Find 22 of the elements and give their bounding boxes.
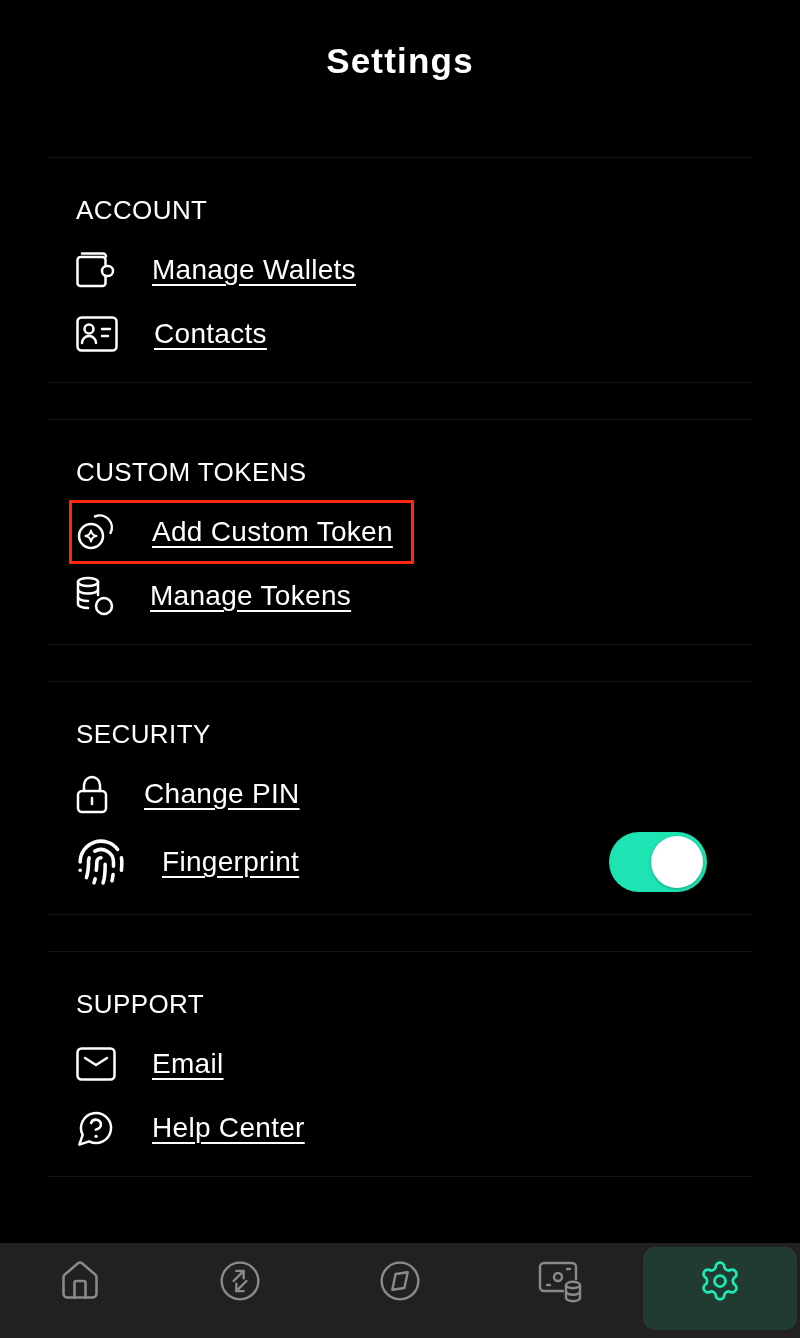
settings-link[interactable]: Contacts xyxy=(154,317,267,351)
settings-link[interactable]: Email xyxy=(152,1047,224,1081)
settings-link[interactable]: Fingerprint xyxy=(162,845,300,879)
settings-link[interactable]: Manage Tokens xyxy=(150,579,352,613)
fingerprint-icon xyxy=(76,837,126,887)
page-title: Settings xyxy=(326,40,474,82)
coin-sparkle-icon xyxy=(76,512,116,552)
section-heading: ACCOUNT xyxy=(76,194,208,226)
settings-link[interactable]: Help Center xyxy=(152,1111,305,1145)
section-heading: SECURITY xyxy=(76,718,211,750)
mail-icon xyxy=(76,1047,116,1081)
settings-link[interactable]: Manage Wallets xyxy=(152,253,356,287)
settings-tab[interactable] xyxy=(643,1247,797,1330)
section-heading: CUSTOM TOKENS xyxy=(76,456,307,488)
settings-link[interactable]: Add Custom Token xyxy=(152,515,393,549)
wallet-icon xyxy=(76,252,116,288)
lock-icon xyxy=(76,774,108,814)
fingerprint-toggle[interactable] xyxy=(609,832,707,892)
coins-stack-icon xyxy=(76,576,114,616)
section-heading: SUPPORT xyxy=(76,988,204,1020)
contact-card-icon xyxy=(76,316,118,352)
settings-link[interactable]: Change PIN xyxy=(144,777,300,811)
